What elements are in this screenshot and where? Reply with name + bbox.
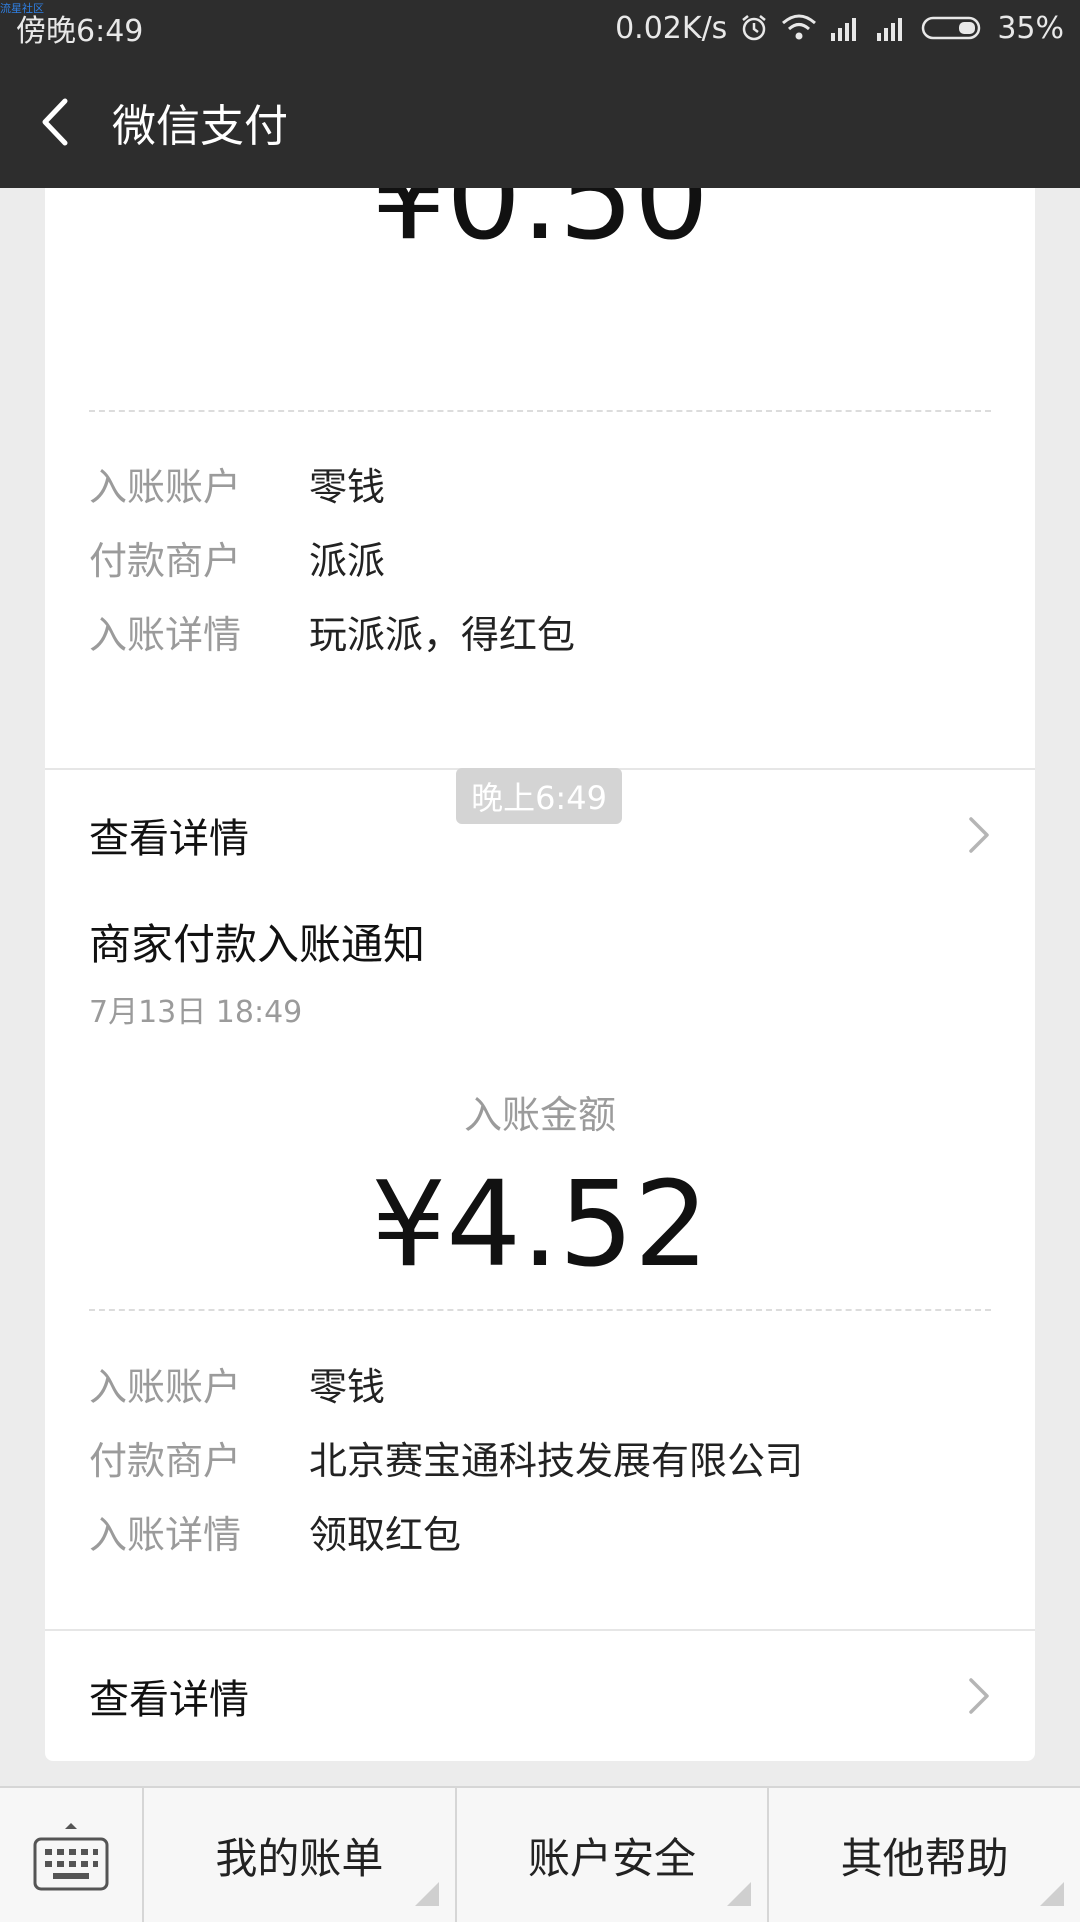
timestamp-pill: 晚上6:49 (456, 768, 622, 824)
info-row: 入账账户 零钱 (89, 1356, 991, 1411)
submenu-indicator-icon (1040, 1882, 1065, 1906)
info-label: 入账详情 (89, 1513, 242, 1557)
payment-card: 商家付款入账通知 7月13日 18:49 入账金额 ¥4.52 入账账户 零钱 … (45, 859, 1035, 1761)
info-value: 领取红包 (309, 1513, 462, 1557)
info-value: 玩派派，得红包 (309, 613, 576, 657)
bottom-menu-bar: 我的账单 账户安全 其他帮助 (0, 1786, 1080, 1922)
info-value: 零钱 (309, 465, 386, 509)
chevron-right-icon (967, 815, 995, 855)
chevron-right-icon (967, 1676, 995, 1716)
view-details-link[interactable]: 查看详情 (45, 1631, 1035, 1761)
menu-account-security[interactable]: 账户安全 (457, 1788, 770, 1922)
info-value: 零钱 (309, 1365, 386, 1409)
watermark: 流星社区 (0, 2, 44, 15)
amount-label: 入账金额 (463, 1093, 616, 1137)
signal-icon (829, 13, 863, 43)
message-list[interactable]: ¥0.50 入账账户 零钱 付款商户 派派 入账详情 玩派派，得红包 查看详情 … (0, 188, 1080, 1786)
dashed-divider (89, 1309, 991, 1311)
info-row: 付款商户 北京赛宝通科技发展有限公司 (89, 1430, 991, 1485)
info-row: 入账详情 玩派派，得红包 (89, 604, 991, 659)
battery-percent: 35% (997, 10, 1064, 46)
back-arrow-icon (42, 98, 68, 146)
submenu-indicator-icon (727, 1882, 752, 1906)
menu-other-help[interactable]: 其他帮助 (769, 1788, 1080, 1922)
amount-value: ¥0.50 (371, 188, 709, 266)
amount-value: ¥4.52 (371, 1155, 709, 1293)
wifi-icon (781, 13, 817, 43)
submenu-indicator-icon (414, 1882, 439, 1906)
info-label: 入账账户 (89, 465, 242, 509)
info-row: 入账详情 领取红包 (89, 1504, 991, 1559)
dashed-divider (89, 410, 991, 412)
info-row: 付款商户 派派 (89, 530, 991, 585)
signal-icon-2 (875, 13, 909, 43)
menu-my-bills[interactable]: 我的账单 (144, 1788, 457, 1922)
app-bar: 微信支付 (0, 56, 1080, 188)
keyboard-toggle-button[interactable] (0, 1788, 144, 1922)
info-label: 付款商户 (89, 1439, 242, 1483)
keyboard-icon (33, 1823, 109, 1891)
info-label: 付款商户 (89, 539, 242, 583)
info-value: 北京赛宝通科技发展有限公司 (309, 1439, 804, 1483)
info-row: 入账账户 零钱 (89, 456, 991, 511)
card-date: 7月13日 18:49 (89, 995, 303, 1030)
info-label: 入账账户 (89, 1365, 242, 1409)
view-details-label: 查看详情 (89, 816, 249, 862)
alarm-icon (739, 13, 769, 43)
battery-icon (921, 13, 985, 43)
view-details-label: 查看详情 (89, 1677, 249, 1723)
net-speed: 0.02K/s (615, 10, 728, 46)
status-bar: 傍晚6:49 0.02K/s 35% (0, 0, 1080, 56)
info-label: 入账详情 (89, 613, 242, 657)
back-button[interactable] (4, 56, 104, 188)
card-title: 商家付款入账通知 (89, 920, 426, 969)
info-value: 派派 (309, 539, 386, 583)
page-title: 微信支付 (112, 101, 288, 152)
